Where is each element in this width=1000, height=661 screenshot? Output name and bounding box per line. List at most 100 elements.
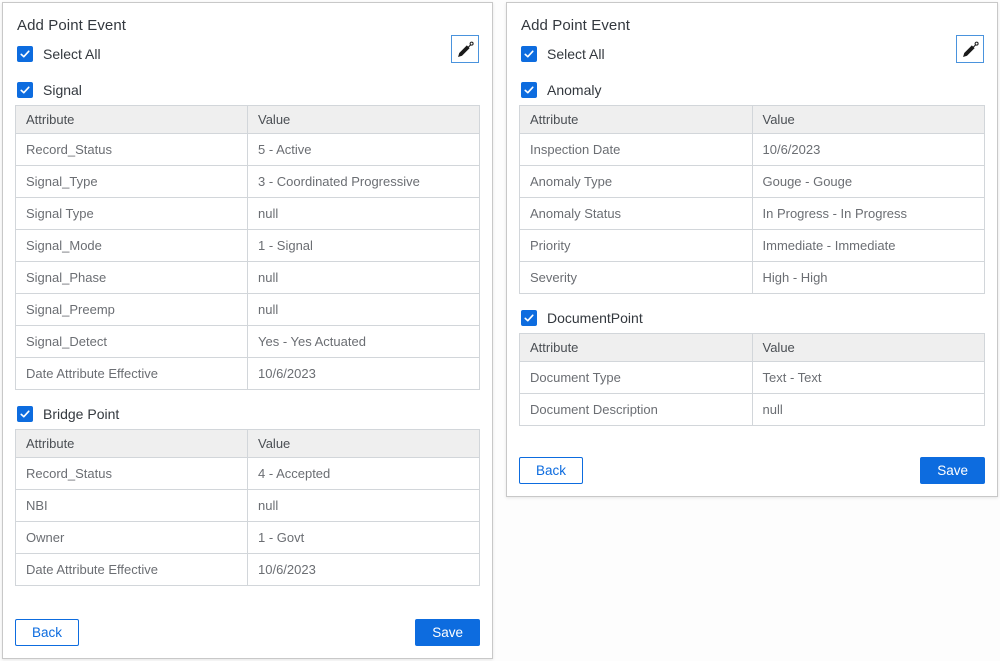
column-header-attribute: Attribute: [520, 334, 753, 362]
value-cell: null: [248, 490, 480, 522]
value-cell: null: [752, 394, 985, 426]
panel-footer: Back Save: [15, 611, 480, 646]
eyedropper-icon: [456, 40, 475, 59]
section-checkbox-documentpoint-row[interactable]: DocumentPoint: [521, 310, 985, 326]
value-cell: null: [248, 262, 480, 294]
check-icon: [523, 48, 535, 60]
select-all-label: Select All: [43, 46, 101, 62]
attribute-table-documentpoint: AttributeValueDocument TypeText - TextDo…: [519, 333, 985, 426]
table-body: Document TypeText - TextDocument Descrip…: [520, 362, 985, 426]
attribute-cell: Record_Status: [16, 458, 248, 490]
attribute-cell: Document Type: [520, 362, 753, 394]
section-checkbox-bridge-point[interactable]: [17, 406, 33, 422]
attribute-cell: Date Attribute Effective: [16, 554, 248, 586]
panel-footer: Back Save: [519, 449, 985, 484]
eyedropper-button[interactable]: [956, 35, 984, 63]
value-cell: 10/6/2023: [248, 554, 480, 586]
column-header-attribute: Attribute: [16, 430, 248, 458]
attribute-cell: Signal_Phase: [16, 262, 248, 294]
value-cell: null: [248, 198, 480, 230]
table-header-row: AttributeValue: [16, 430, 480, 458]
value-cell: 3 - Coordinated Progressive: [248, 166, 480, 198]
attribute-table-bridge-point: AttributeValueRecord_Status4 - AcceptedN…: [15, 429, 480, 586]
save-button[interactable]: Save: [415, 619, 480, 646]
select-all-checkbox-row[interactable]: Select All: [17, 46, 480, 62]
table-body: Inspection Date10/6/2023Anomaly TypeGoug…: [520, 134, 985, 294]
panel-title: Add Point Event: [17, 17, 480, 34]
section-label-anomaly: Anomaly: [547, 82, 601, 98]
attribute-cell: Signal_Detect: [16, 326, 248, 358]
back-button[interactable]: Back: [519, 457, 583, 484]
value-cell: Immediate - Immediate: [752, 230, 985, 262]
table-row: Document TypeText - Text: [520, 362, 985, 394]
table-row: Signal_DetectYes - Yes Actuated: [16, 326, 480, 358]
table-row: Record_Status4 - Accepted: [16, 458, 480, 490]
check-icon: [523, 84, 535, 96]
attribute-cell: Date Attribute Effective: [16, 358, 248, 390]
table-row: NBInull: [16, 490, 480, 522]
section-checkbox-bridge-point-row[interactable]: Bridge Point: [17, 406, 480, 422]
value-cell: 1 - Signal: [248, 230, 480, 262]
panel-title: Add Point Event: [521, 17, 985, 34]
table-row: Inspection Date10/6/2023: [520, 134, 985, 166]
table-row: Anomaly StatusIn Progress - In Progress: [520, 198, 985, 230]
add-point-event-panel-left: Add Point Event Select All Signal Attribute…: [2, 2, 493, 659]
value-cell: 1 - Govt: [248, 522, 480, 554]
section-checkbox-signal-row[interactable]: Signal: [17, 82, 480, 98]
section-label-bridge-point: Bridge Point: [43, 406, 119, 422]
column-header-value: Value: [248, 430, 480, 458]
column-header-attribute: Attribute: [16, 106, 248, 134]
value-cell: 5 - Active: [248, 134, 480, 166]
select-all-label: Select All: [547, 46, 605, 62]
attribute-table-anomaly: AttributeValueInspection Date10/6/2023An…: [519, 105, 985, 294]
value-cell: High - High: [752, 262, 985, 294]
table-row: Signal_Phasenull: [16, 262, 480, 294]
table-body: Record_Status4 - AcceptedNBInullOwner1 -…: [16, 458, 480, 586]
attribute-table-signal: AttributeValueRecord_Status5 - ActiveSig…: [15, 105, 480, 390]
select-all-checkbox[interactable]: [521, 46, 537, 62]
table-row: Date Attribute Effective10/6/2023: [16, 358, 480, 390]
attribute-cell: Document Description: [520, 394, 753, 426]
value-cell: Yes - Yes Actuated: [248, 326, 480, 358]
save-button[interactable]: Save: [920, 457, 985, 484]
attribute-cell: Owner: [16, 522, 248, 554]
table-header-row: AttributeValue: [520, 106, 985, 134]
column-header-value: Value: [248, 106, 480, 134]
table-header: AttributeValue: [16, 430, 480, 458]
section-checkbox-signal[interactable]: [17, 82, 33, 98]
add-point-event-panel-right: Add Point Event Select All Anomaly Attribut…: [506, 2, 998, 497]
table-row: Signal_Preempnull: [16, 294, 480, 326]
column-header-attribute: Attribute: [520, 106, 753, 134]
value-cell: null: [248, 294, 480, 326]
section-checkbox-anomaly[interactable]: [521, 82, 537, 98]
table-header-row: AttributeValue: [16, 106, 480, 134]
attribute-cell: Signal Type: [16, 198, 248, 230]
attribute-cell: Priority: [520, 230, 753, 262]
check-icon: [523, 312, 535, 324]
select-all-checkbox-row[interactable]: Select All: [521, 46, 985, 62]
table-row: Date Attribute Effective10/6/2023: [16, 554, 480, 586]
attribute-cell: Anomaly Status: [520, 198, 753, 230]
table-row: Signal Typenull: [16, 198, 480, 230]
select-all-checkbox[interactable]: [17, 46, 33, 62]
section-checkbox-documentpoint[interactable]: [521, 310, 537, 326]
table-header: AttributeValue: [16, 106, 480, 134]
attribute-cell: Signal_Preemp: [16, 294, 248, 326]
value-cell: Text - Text: [752, 362, 985, 394]
attribute-cell: NBI: [16, 490, 248, 522]
back-button[interactable]: Back: [15, 619, 79, 646]
table-body: Record_Status5 - ActiveSignal_Type3 - Co…: [16, 134, 480, 390]
table-row: Anomaly TypeGouge - Gouge: [520, 166, 985, 198]
check-icon: [19, 48, 31, 60]
table-header: AttributeValue: [520, 106, 985, 134]
table-header: AttributeValue: [520, 334, 985, 362]
attribute-cell: Inspection Date: [520, 134, 753, 166]
section-label-signal: Signal: [43, 82, 82, 98]
check-icon: [19, 84, 31, 96]
table-row: Signal_Type3 - Coordinated Progressive: [16, 166, 480, 198]
attribute-cell: Severity: [520, 262, 753, 294]
section-checkbox-anomaly-row[interactable]: Anomaly: [521, 82, 985, 98]
attribute-cell: Signal_Type: [16, 166, 248, 198]
eyedropper-button[interactable]: [451, 35, 479, 63]
value-cell: In Progress - In Progress: [752, 198, 985, 230]
